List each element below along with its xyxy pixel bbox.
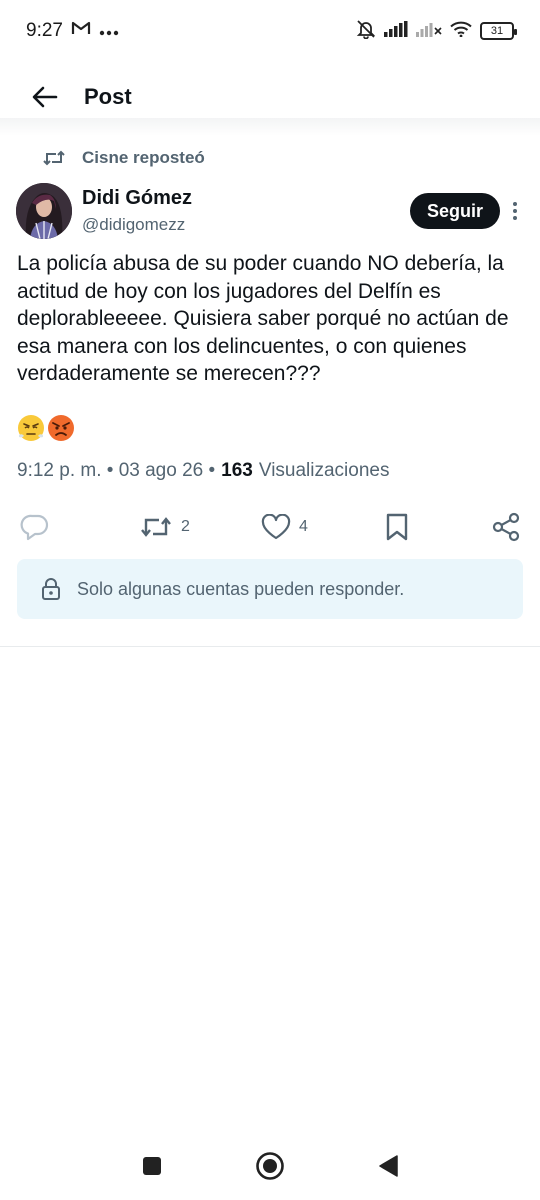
recents-button[interactable]: [130, 1144, 174, 1188]
lock-icon: [42, 578, 60, 600]
wifi-icon: [450, 21, 472, 42]
share-button[interactable]: [491, 505, 521, 549]
status-time: 9:27: [26, 20, 63, 41]
home-circle-icon: [256, 1152, 284, 1180]
reply-button[interactable]: [20, 505, 58, 549]
like-count: 4: [299, 518, 308, 535]
repost-label: Cisne reposteó: [82, 148, 205, 167]
tweet-timestamp: 9:12 p. m. • 03 ago 26 •: [17, 460, 216, 481]
tweet-meta: 9:12 p. m. • 03 ago 26 • 163 Visualizaci…: [17, 460, 389, 482]
avatar[interactable]: [16, 183, 72, 239]
back-triangle-icon: [379, 1155, 398, 1177]
header-divider: [0, 118, 540, 136]
status-bar: 9:27 31: [0, 0, 540, 62]
tweet-text: La policía abusa de su poder cuando NO d…: [17, 252, 509, 385]
repost-indicator[interactable]: Cisne reposteó: [42, 148, 205, 168]
system-nav-bar: [0, 1132, 540, 1200]
signal-no-service-icon: [416, 21, 442, 42]
bookmark-button[interactable]: [384, 505, 410, 549]
back-nav-button[interactable]: [366, 1144, 410, 1188]
status-left: 9:27: [26, 20, 119, 42]
angry-face-emoji-icon: [48, 415, 74, 441]
share-icon: [492, 512, 520, 542]
heart-icon: [261, 514, 291, 540]
views-count[interactable]: 163: [221, 460, 253, 482]
reply-icon: [20, 514, 49, 541]
follow-button[interactable]: Seguir: [409, 193, 500, 229]
page-title: Post: [84, 84, 132, 109]
repost-icon: [43, 150, 65, 166]
home-button[interactable]: [248, 1144, 292, 1188]
author-row: Didi Gómez @didigomezz Seguir: [16, 180, 524, 242]
signal-icon: [384, 20, 408, 42]
views-label: Visualizaciones: [258, 460, 390, 481]
emoji-row: [17, 414, 75, 442]
divider: [0, 646, 540, 647]
status-right: 31: [356, 19, 517, 44]
reply-restriction-notice: Solo algunas cuentas pueden responder.: [17, 559, 523, 619]
action-bar: 2 4: [0, 505, 540, 549]
author-handle[interactable]: @didigomezz: [82, 215, 192, 235]
screen: 9:27 31 Post Cisne reposteó Didi Gómez @…: [0, 0, 540, 1200]
like-button[interactable]: 4: [261, 505, 308, 549]
author-name[interactable]: Didi Gómez: [82, 187, 192, 210]
back-button[interactable]: [28, 80, 62, 114]
gmail-icon: [71, 20, 91, 42]
back-arrow-icon: [32, 86, 58, 108]
square-icon: [143, 1157, 161, 1175]
silent-bell-icon: [356, 19, 376, 44]
triumph-face-emoji-icon: [18, 415, 44, 441]
reply-restriction-text: Solo algunas cuentas pueden responder.: [77, 578, 405, 599]
more-notifications-icon: [99, 20, 119, 42]
more-vertical-icon: [513, 202, 517, 220]
more-options-button[interactable]: [506, 193, 524, 229]
battery-indicator: 31: [480, 22, 517, 40]
retweet-icon: [141, 517, 171, 537]
retweet-count: 2: [181, 518, 190, 535]
bookmark-icon: [386, 513, 408, 541]
author-info: Didi Gómez @didigomezz: [82, 187, 192, 235]
retweet-button[interactable]: 2: [139, 505, 190, 549]
